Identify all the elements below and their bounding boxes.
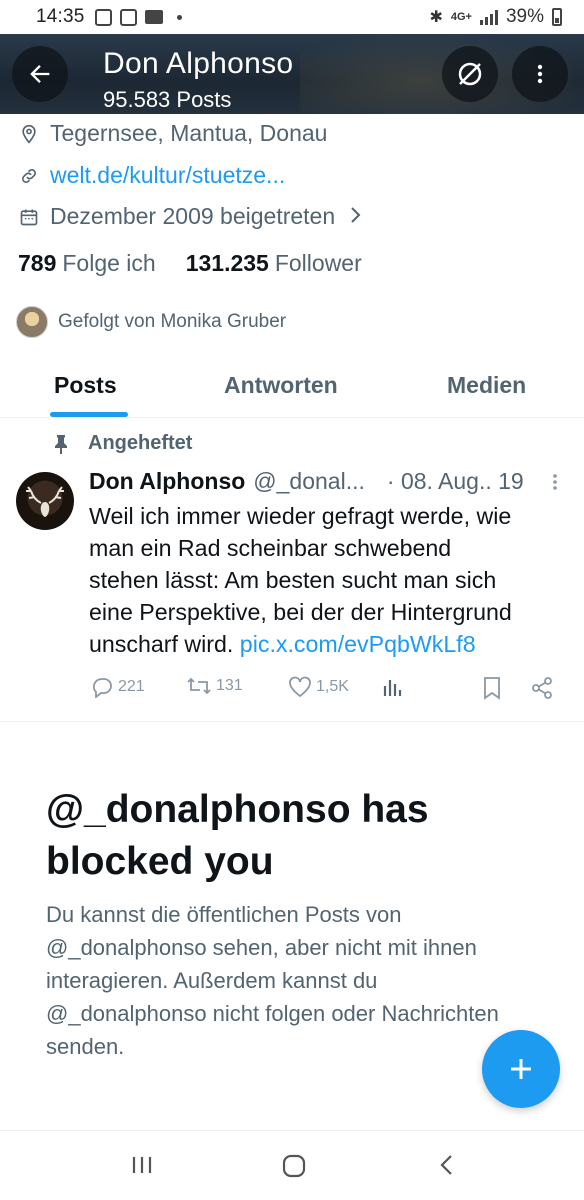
tab-posts[interactable]: Posts — [54, 372, 117, 399]
chevron-right-icon — [349, 203, 363, 230]
network-type: 4G+ — [450, 11, 472, 23]
reply-icon — [93, 678, 112, 698]
repost-button[interactable]: 131 — [186, 676, 243, 696]
post-author-name[interactable]: Don Alphonso — [89, 468, 245, 495]
active-tab-indicator — [50, 412, 128, 417]
followers-label[interactable]: Follower — [275, 250, 362, 277]
app-notification-icon — [94, 8, 112, 26]
pinned-text: Angeheftet — [88, 432, 193, 454]
status-time: 14:35 — [36, 6, 85, 27]
arrow-left-icon — [30, 65, 50, 83]
recent-apps-icon — [132, 1157, 152, 1173]
calendar-icon — [18, 206, 40, 228]
profile-header: Don Alphonso 95.583 Posts — [0, 34, 584, 114]
post-more-button[interactable] — [548, 470, 562, 499]
following-count[interactable]: 789 — [18, 250, 56, 277]
joined-text: Dezember 2009 beigetreten — [50, 203, 336, 229]
tab-replies[interactable]: Antworten — [224, 372, 338, 399]
reply-count: 221 — [118, 678, 145, 695]
avatar[interactable] — [16, 472, 74, 530]
follow-stats: 789 Folge ich 131.235 Follower — [18, 250, 362, 277]
notification-icons — [94, 8, 182, 26]
back-button[interactable] — [12, 46, 68, 102]
link-icon — [18, 165, 40, 187]
post-author-handle[interactable]: @_donal... — [253, 468, 365, 495]
post-actions: 221 131 1,5K — [90, 676, 560, 702]
more-vertical-icon — [537, 64, 543, 84]
post-text-container[interactable]: Weil ich immer wieder gefragt werde, wie… — [89, 500, 559, 660]
following-label[interactable]: Folge ich — [62, 250, 155, 277]
status-bar: 14:35 ✱ 4G+ 39% — [0, 0, 584, 34]
system-navigation-bar — [0, 1130, 584, 1200]
repost-count: 131 — [216, 677, 243, 694]
bookmark-icon — [484, 677, 500, 700]
profile-tabs: Posts Antworten Medien — [0, 360, 584, 418]
tab-media[interactable]: Medien — [447, 372, 526, 399]
compose-post-button[interactable] — [482, 1030, 560, 1108]
plus-icon — [511, 1059, 531, 1079]
pinned-label: Angeheftet — [52, 432, 192, 455]
location-pin-icon — [18, 123, 40, 145]
signal-icon — [479, 9, 498, 25]
grok-button[interactable] — [442, 46, 498, 102]
more-options-button[interactable] — [512, 46, 568, 102]
image-icon — [119, 8, 137, 26]
share-icon — [532, 677, 552, 699]
stag-skull-icon — [26, 486, 64, 517]
more-vertical-icon — [553, 474, 557, 490]
avatar — [16, 306, 48, 338]
profile-joined[interactable]: Dezember 2009 beigetreten — [18, 203, 363, 230]
battery-icon — [552, 8, 562, 26]
blocked-title: @_donalphonso has blocked you — [46, 788, 429, 883]
like-count: 1,5K — [316, 678, 349, 695]
views-button[interactable] — [382, 676, 408, 698]
home-button[interactable] — [281, 1153, 307, 1184]
battery-level: 39% — [505, 6, 544, 27]
post-header: Don Alphonso @_donal... · 08. Aug.. 19 — [89, 468, 524, 495]
reply-button[interactable]: 221 — [90, 676, 145, 698]
followers-count[interactable]: 131.235 — [186, 250, 269, 277]
analytics-icon — [383, 680, 402, 696]
profile-name-title: Don Alphonso — [103, 47, 294, 80]
bookmark-button[interactable] — [482, 676, 506, 700]
post-date[interactable]: · 08. Aug.. 19 — [387, 468, 524, 495]
grok-icon — [458, 62, 482, 86]
share-button[interactable] — [530, 676, 558, 700]
divider — [0, 721, 584, 722]
website-link[interactable]: welt.de/kultur/stuetze... — [50, 162, 285, 189]
pin-icon — [55, 434, 67, 454]
home-icon — [282, 1154, 306, 1178]
more-notifications-dot-icon — [176, 14, 182, 20]
followed-by[interactable]: Gefolgt von Monika Gruber — [16, 306, 286, 338]
profile-website[interactable]: welt.de/kultur/stuetze... — [18, 162, 285, 189]
repost-icon — [187, 677, 211, 695]
location-text: Tegernsee, Mantua, Donau — [50, 120, 328, 146]
post-count: 95.583 Posts — [103, 87, 232, 112]
heart-icon — [289, 676, 311, 698]
profile-location: Tegernsee, Mantua, Donau — [18, 120, 327, 147]
like-button[interactable]: 1,5K — [288, 676, 349, 698]
followed-by-text: Gefolgt von Monika Gruber — [58, 311, 287, 332]
blocked-description: Du kannst die öffentlichen Posts von @_d… — [46, 902, 499, 1059]
folder-icon — [144, 10, 163, 24]
back-nav-button[interactable] — [436, 1153, 456, 1182]
post-media-link[interactable]: pic.x.com/evPqbWkLf8 — [240, 631, 476, 657]
chevron-left-icon — [440, 1155, 452, 1175]
recent-apps-button[interactable] — [130, 1153, 154, 1182]
bluetooth-icon: ✱ — [429, 9, 443, 26]
